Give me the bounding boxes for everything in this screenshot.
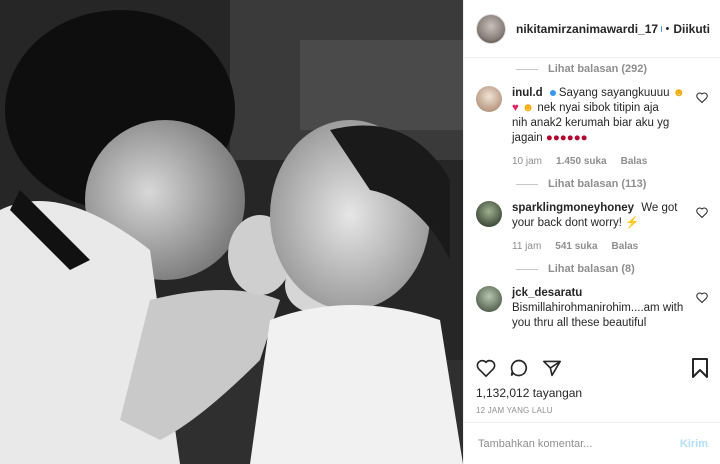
header-separator: • xyxy=(665,22,670,35)
view-replies-label: Lihat balasan (113) xyxy=(548,178,647,190)
view-replies-label: Lihat balasan (292) xyxy=(548,63,648,75)
comment-composer: Kirim xyxy=(464,422,720,464)
post-actions xyxy=(464,354,720,382)
comment-time[interactable]: 11 jam xyxy=(512,239,541,254)
post-header: nikitamirzanimawardi_17 • Diikuti xyxy=(464,0,720,58)
view-replies-button[interactable]: Lihat balasan (113) xyxy=(464,173,720,195)
comment-item: sparklingmoneyhoney We got your back don… xyxy=(464,195,720,258)
commenter-avatar[interactable] xyxy=(476,286,502,312)
commenter-username[interactable]: jck_desaratu xyxy=(512,287,582,299)
comment-text: jagain xyxy=(512,132,543,144)
replies-line xyxy=(516,268,538,270)
like-comment-icon[interactable] xyxy=(696,207,708,218)
bookmark-icon[interactable] xyxy=(692,358,708,378)
comment-meta: 11 jam 541 suka Balas xyxy=(512,239,688,254)
comment-item: jck_desaratu Bismillahirohmanirohim....a… xyxy=(464,280,720,335)
comment-body: jck_desaratu Bismillahirohmanirohim....a… xyxy=(512,286,688,331)
comment-text: Bismillahirohmanirohim....am with xyxy=(512,302,684,314)
comment-input[interactable] xyxy=(476,436,680,451)
reply-button[interactable]: Balas xyxy=(612,239,639,254)
replies-line xyxy=(516,68,538,70)
comment-text: nek nyai sibok titipin aja xyxy=(537,102,659,114)
comment-item: inul.d Sayang sayangkuuuu ☻ ♥ ☻ nek nyai… xyxy=(464,80,720,173)
lightning-emoji-icon: ⚡ xyxy=(625,217,640,229)
like-icon[interactable] xyxy=(476,359,496,377)
commenter-username[interactable]: inul.d xyxy=(512,87,543,99)
following-button[interactable]: Diikuti xyxy=(673,22,710,36)
comments-list[interactable]: Lihat balasan (292) inul.d Sayang sayang… xyxy=(464,58,720,354)
comment-likes[interactable]: 541 suka xyxy=(555,239,597,254)
commenter-username[interactable]: sparklingmoneyhoney xyxy=(512,202,634,214)
view-replies-button[interactable]: Lihat balasan (292) xyxy=(464,58,720,80)
comment-text: nih anak2 kerumah biar aku yg xyxy=(512,117,670,129)
comment-meta: 10 jam 1.450 suka Balas xyxy=(512,154,688,169)
commenter-avatar[interactable] xyxy=(476,86,502,112)
post-timestamp: 12 JAM YANG LALU xyxy=(476,406,553,415)
like-comment-icon[interactable] xyxy=(696,92,708,103)
comment-icon[interactable] xyxy=(509,358,529,378)
comment-body: inul.d Sayang sayangkuuuu ☻ ♥ ☻ nek nyai… xyxy=(512,86,688,169)
instagram-post-view: nikitamirzanimawardi_17 • Diikuti Lihat … xyxy=(0,0,720,464)
comment-likes[interactable]: 1.450 suka xyxy=(556,154,607,169)
author-username[interactable]: nikitamirzanimawardi_17 xyxy=(516,22,658,36)
post-sidebar: nikitamirzanimawardi_17 • Diikuti Lihat … xyxy=(463,0,720,464)
post-image xyxy=(0,0,463,464)
emoji-icon: ☻ xyxy=(672,87,685,99)
commenter-avatar[interactable] xyxy=(476,201,502,227)
replies-line xyxy=(516,183,538,185)
comment-text: you thru all these beautiful xyxy=(512,317,647,329)
reply-button[interactable]: Balas xyxy=(621,154,648,169)
send-button[interactable]: Kirim xyxy=(680,438,708,450)
view-replies-button[interactable]: Lihat balasan (8) xyxy=(464,258,720,280)
comment-body: sparklingmoneyhoney We got your back don… xyxy=(512,201,688,254)
view-count[interactable]: 1,132,012 tayangan xyxy=(476,386,582,400)
author-avatar[interactable] xyxy=(476,13,506,44)
share-icon[interactable] xyxy=(542,359,562,377)
view-replies-label: Lihat balasan (8) xyxy=(548,263,635,275)
comment-time[interactable]: 10 jam xyxy=(512,154,542,169)
like-comment-icon[interactable] xyxy=(696,292,708,303)
comment-text: Sayang sayangkuuuu xyxy=(558,87,670,99)
verified-badge-icon xyxy=(549,89,556,96)
heart-eyes-emoji-icon: ☻ xyxy=(522,102,535,114)
heart-emoji-icon: ♥ xyxy=(512,102,519,114)
post-photo[interactable] xyxy=(0,0,463,464)
lips-emoji-icon: ●●●●●● xyxy=(545,132,588,144)
